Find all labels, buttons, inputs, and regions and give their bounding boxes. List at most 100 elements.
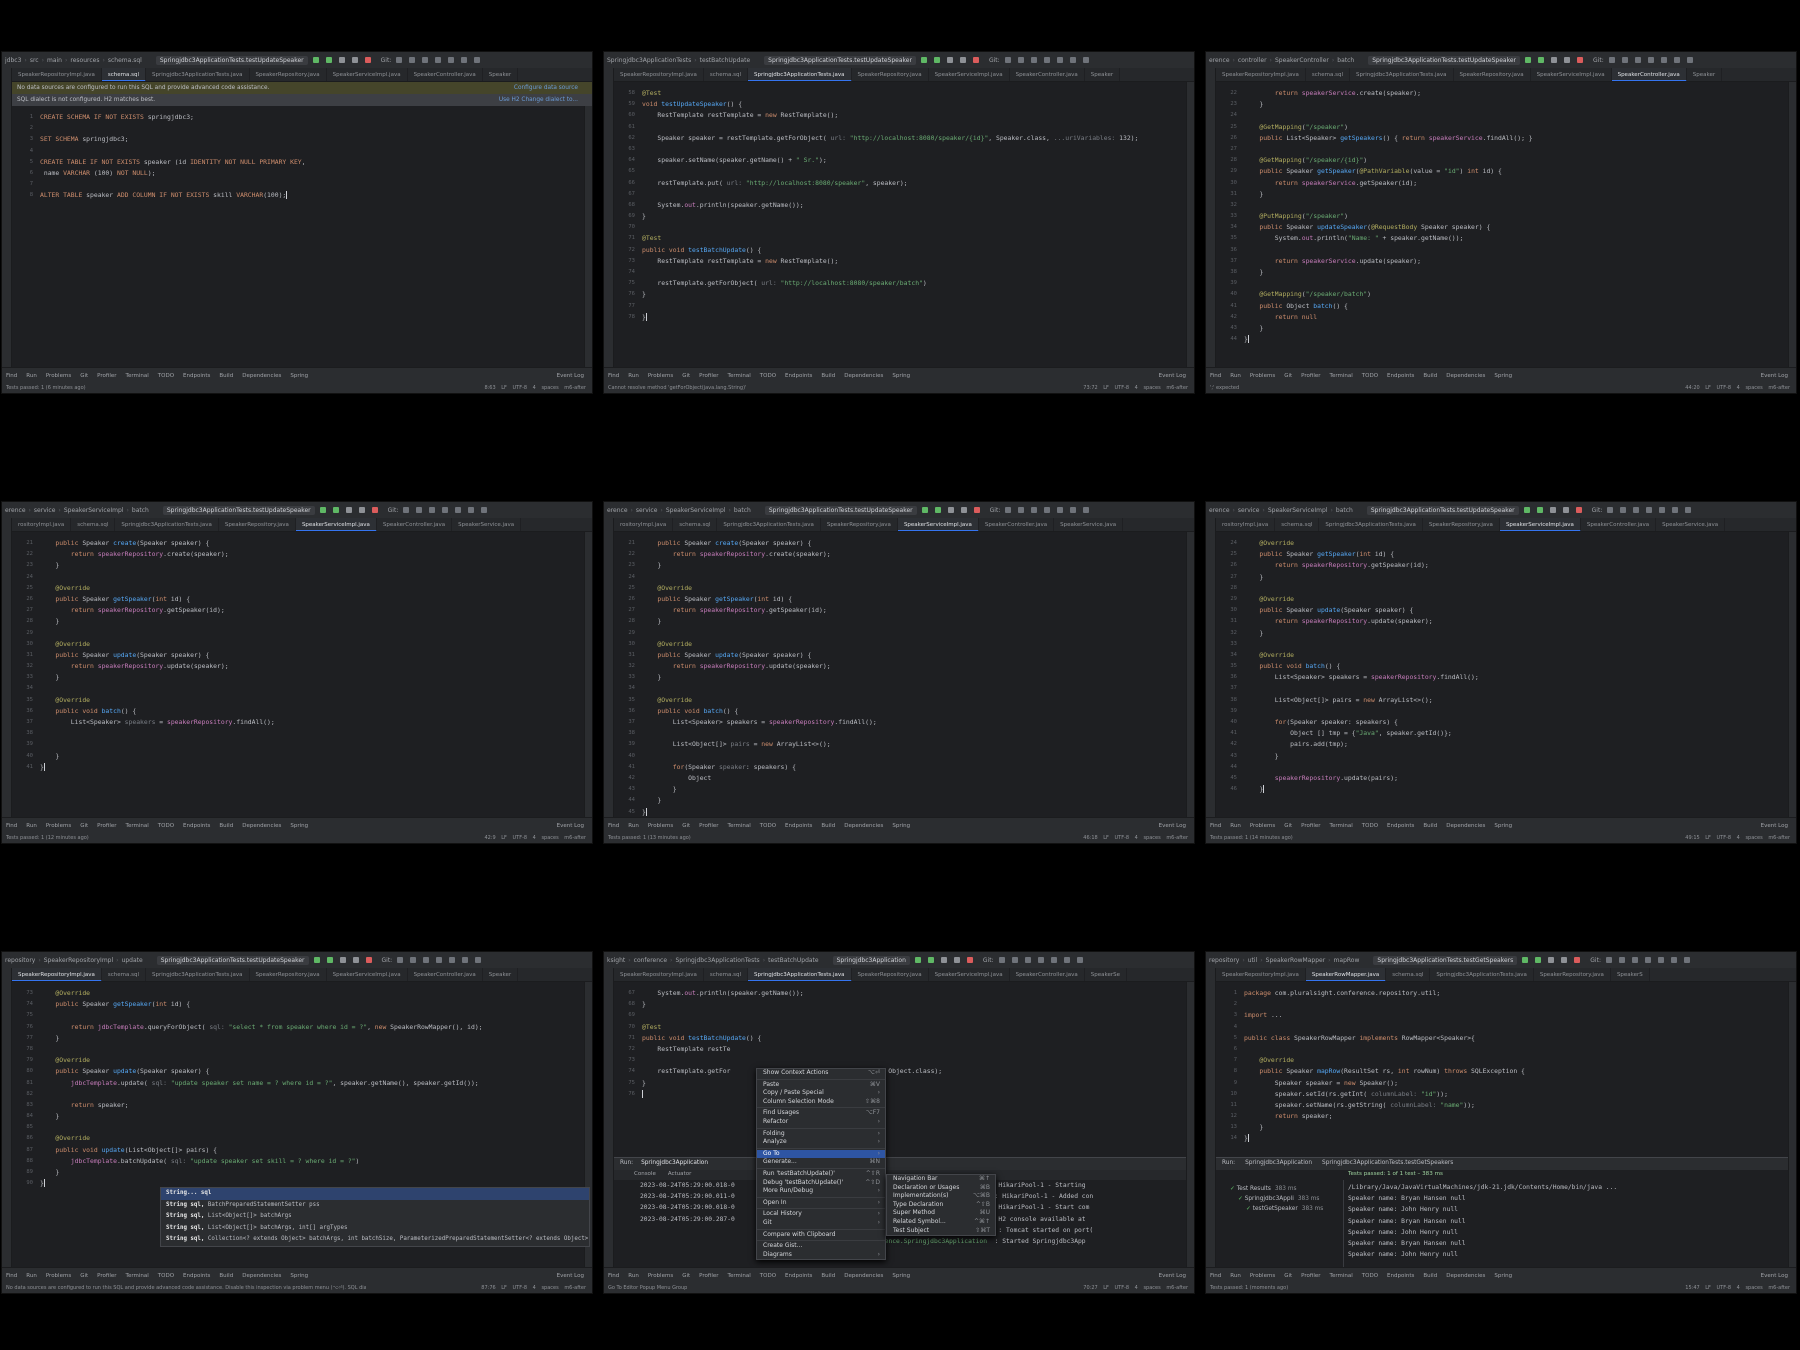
run-icon[interactable]	[920, 57, 927, 63]
tool-window-button[interactable]: TODO	[158, 1273, 174, 1279]
commit-icon[interactable]	[1621, 57, 1628, 63]
tool-window-button[interactable]: Profiler	[699, 1273, 718, 1279]
tool-window-button[interactable]: Find	[1210, 1273, 1221, 1279]
run-configuration-select[interactable]: Springjdbc3ApplicationTests.testUpdateSp…	[1366, 505, 1519, 515]
code-editor[interactable]: public Speaker create(Speaker speaker) {…	[38, 532, 584, 817]
tool-window-button[interactable]: Build	[821, 1273, 835, 1279]
tool-window-button[interactable]: Build	[219, 1273, 233, 1279]
context-menu-item[interactable]: Compare with Clipboard	[757, 1231, 885, 1240]
tool-window-button[interactable]: Spring	[892, 373, 910, 379]
search-icon[interactable]	[1670, 957, 1677, 963]
breadcrumb-item[interactable]: conference	[634, 957, 667, 964]
tool-window-button[interactable]: Find	[608, 823, 619, 829]
context-menu-item[interactable]: More Run/Debug ›	[757, 1187, 885, 1196]
settings-icon[interactable]	[1685, 507, 1692, 513]
submenu-item[interactable]: Test Subject ⇧⌘T	[887, 1227, 995, 1236]
breadcrumb-item[interactable]: main	[47, 57, 62, 64]
run-configuration-select[interactable]: Springjdbc3ApplicationTests.testUpdateSp…	[764, 55, 916, 65]
editor-tab[interactable]: SpeakerRepository.java	[1423, 518, 1500, 531]
profile-icon[interactable]	[960, 507, 967, 513]
tool-window-button[interactable]: TODO	[760, 823, 776, 829]
editor-tab[interactable]: rositoryImpl.java	[12, 518, 72, 531]
breadcrumb-item[interactable]: repository	[5, 957, 35, 964]
test-tree-item[interactable]: ✓ testGetSpeaker 383 ms	[1230, 1204, 1339, 1214]
push-icon[interactable]	[429, 507, 436, 513]
tool-window-button[interactable]: Dependencies	[844, 373, 883, 379]
tool-window-button[interactable]: Spring	[290, 1273, 308, 1279]
event-log-button[interactable]: Event Log	[1761, 823, 1788, 829]
breadcrumb-item[interactable]: testBatchUpdate	[768, 957, 819, 964]
editor-tab[interactable]: Springjdbc3ApplicationTests.java	[115, 518, 219, 531]
tool-window-button[interactable]: Problems	[46, 373, 71, 379]
tool-window-button[interactable]: Profiler	[1301, 823, 1320, 829]
stop-icon[interactable]	[1577, 57, 1584, 63]
right-tool-strip[interactable]	[1788, 532, 1796, 817]
coverage-icon[interactable]	[339, 957, 346, 963]
editor-tab[interactable]: schema.sql	[704, 68, 749, 81]
stop-icon[interactable]	[972, 57, 979, 63]
commit-icon[interactable]	[1018, 507, 1025, 513]
tool-window-button[interactable]: Dependencies	[242, 823, 281, 829]
context-menu-item[interactable]: Open In ›	[757, 1199, 885, 1208]
coverage-icon[interactable]	[947, 507, 954, 513]
editor-tab[interactable]: SpeakerController.java	[1010, 968, 1085, 981]
profile-icon[interactable]	[358, 507, 365, 513]
project-tool-strip[interactable]	[2, 968, 12, 1267]
tool-window-button[interactable]: Dependencies	[1446, 373, 1485, 379]
editor-tab[interactable]: SpeakerRepositoryImpl.java	[12, 968, 102, 981]
tool-window-button[interactable]: Spring	[290, 373, 308, 379]
breadcrumb-item[interactable]: batch	[1337, 57, 1354, 64]
context-menu-item[interactable]: Analyze ›	[757, 1138, 885, 1147]
profile-icon[interactable]	[953, 957, 960, 963]
breadcrumb-item[interactable]: SpeakerServiceImpl	[64, 507, 124, 514]
tool-window-button[interactable]: TODO	[1362, 1273, 1378, 1279]
event-log-button[interactable]: Event Log	[1761, 1273, 1788, 1279]
run-icon[interactable]	[921, 507, 928, 513]
run-config-tab[interactable]: Springjdbc3Application	[641, 1160, 708, 1166]
search-icon[interactable]	[468, 507, 475, 513]
right-tool-strip[interactable]	[584, 82, 592, 367]
tool-window-button[interactable]: Find	[608, 1273, 619, 1279]
editor-tab[interactable]: schema.sql	[1386, 968, 1431, 981]
tool-window-button[interactable]: Problems	[1250, 1273, 1275, 1279]
editor-tab[interactable]: SpeakerRepository.java	[250, 968, 327, 981]
settings-icon[interactable]	[474, 57, 481, 63]
tool-window-button[interactable]: TODO	[1362, 823, 1378, 829]
run-configuration-select[interactable]: Springjdbc3ApplicationTests.testUpdateSp…	[1368, 55, 1521, 65]
rollback-icon[interactable]	[455, 507, 462, 513]
update-icon[interactable]	[998, 957, 1005, 963]
context-menu-item[interactable]: Column Selection Mode ⇧⌘8	[757, 1098, 885, 1107]
tool-window-button[interactable]: Endpoints	[1387, 823, 1414, 829]
tool-window-button[interactable]: Spring	[1494, 373, 1512, 379]
tool-window-button[interactable]: Profiler	[1301, 373, 1320, 379]
breadcrumb-item[interactable]: erence	[5, 507, 26, 514]
run-icon[interactable]	[312, 57, 319, 63]
commit-icon[interactable]	[1017, 57, 1024, 63]
search-icon[interactable]	[461, 57, 468, 63]
commit-icon[interactable]	[410, 957, 417, 963]
stop-icon[interactable]	[371, 507, 378, 513]
submenu-item[interactable]: Implementation(s) ⌥⌘B	[887, 1192, 995, 1201]
context-menu-item[interactable]: Diagrams ›	[757, 1251, 885, 1260]
editor-tab[interactable]: SpeakerController.java	[377, 518, 453, 531]
commit-icon[interactable]	[1620, 507, 1627, 513]
stop-icon[interactable]	[1574, 957, 1581, 963]
debug-icon[interactable]	[325, 57, 332, 63]
editor-tab[interactable]: SpeakerRepositoryImpl.java	[614, 68, 704, 81]
history-icon[interactable]	[1644, 957, 1651, 963]
breadcrumb-item[interactable]: SpeakerController	[1275, 57, 1329, 64]
breadcrumb-item[interactable]: erence	[1209, 57, 1230, 64]
editor-tab[interactable]: SpeakerRepository.java	[852, 68, 929, 81]
search-icon[interactable]	[1063, 957, 1070, 963]
code-editor[interactable]: CREATE SCHEMA IF NOT EXISTS springjdbc3;…	[38, 106, 584, 367]
editor-tab[interactable]: SpeakerController.java	[408, 968, 483, 981]
run-configuration-select[interactable]: Springjdbc3ApplicationTests.testGetSpeak…	[1373, 955, 1518, 965]
debug-icon[interactable]	[1535, 957, 1542, 963]
submenu-item[interactable]: Declaration or Usages ⌘B	[887, 1184, 995, 1193]
editor-tab[interactable]: SpeakerServiceImpl.java	[897, 518, 979, 531]
event-log-button[interactable]: Event Log	[557, 373, 584, 379]
editor-tab[interactable]: SpeakerController.java	[1581, 518, 1657, 531]
update-icon[interactable]	[403, 507, 410, 513]
profile-icon[interactable]	[1564, 57, 1571, 63]
tool-window-button[interactable]: Spring	[1494, 823, 1512, 829]
